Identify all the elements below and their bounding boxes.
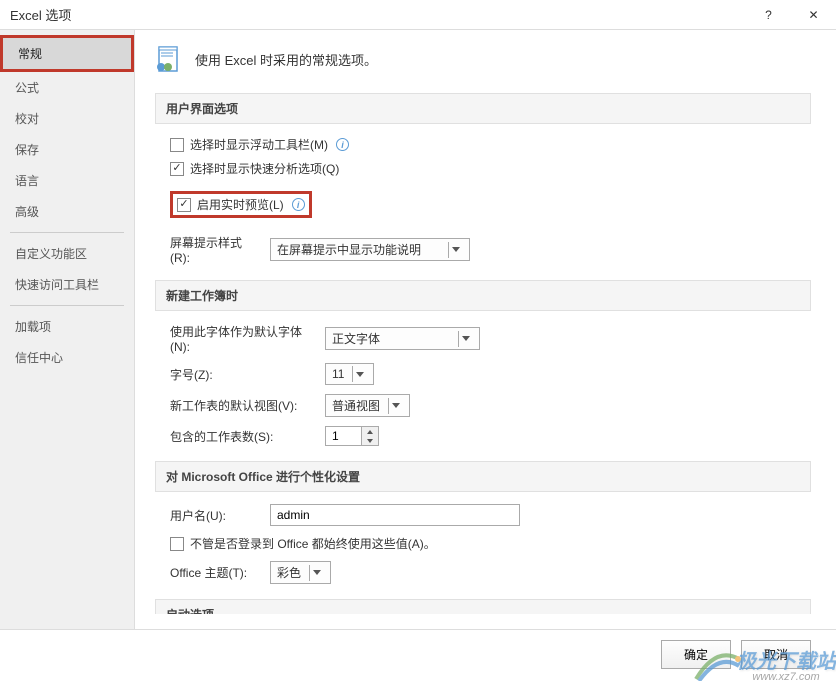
titlebar: Excel 选项 ? ✕ xyxy=(0,0,836,30)
options-icon xyxy=(155,45,183,73)
sidebar-item-trust-center[interactable]: 信任中心 xyxy=(0,342,134,373)
username-row: 用户名(U): xyxy=(170,504,811,526)
checkbox-quick-analysis[interactable] xyxy=(170,162,184,176)
sidebar-item-proofing[interactable]: 校对 xyxy=(0,103,134,134)
sidebar-separator xyxy=(10,305,124,306)
titlebar-buttons: ? ✕ xyxy=(746,0,836,30)
dialog-footer: 确定 取消 极光下载站 www.xz7.com xyxy=(0,630,836,678)
option-live-preview: 启用实时预览(L) xyxy=(170,191,312,218)
sidebar-item-formulas[interactable]: 公式 xyxy=(0,72,134,103)
content-area: 使用 Excel 时采用的常规选项。 用户界面选项 选择时显示浮动工具栏(M) … xyxy=(135,30,836,629)
default-font-row: 使用此字体作为默认字体(N): 正文字体 xyxy=(170,323,811,354)
close-button[interactable]: ✕ xyxy=(791,0,836,30)
default-view-value: 普通视图 xyxy=(332,397,380,414)
username-input[interactable] xyxy=(270,504,520,526)
checkbox-live-preview[interactable] xyxy=(177,198,191,212)
font-size-select[interactable]: 11 xyxy=(325,363,374,385)
dialog-title: Excel 选项 xyxy=(10,5,71,24)
office-theme-label: Office 主题(T): xyxy=(170,564,260,581)
section-header-startup: 启动选项 xyxy=(155,599,811,614)
section-header-workbook: 新建工作簿时 xyxy=(155,280,811,311)
label-always-use-values[interactable]: 不管是否登录到 Office 都始终使用这些值(A)。 xyxy=(190,535,436,552)
sidebar-separator xyxy=(10,232,124,233)
sidebar-item-general[interactable]: 常规 xyxy=(0,35,134,72)
sidebar-item-quick-access[interactable]: 快速访问工具栏 xyxy=(0,269,134,300)
option-always-use-values: 不管是否登录到 Office 都始终使用这些值(A)。 xyxy=(170,535,811,552)
section-header-ui: 用户界面选项 xyxy=(155,93,811,124)
chevron-down-icon xyxy=(309,565,324,581)
sidebar-item-addins[interactable]: 加载项 xyxy=(0,311,134,342)
intro-text: 使用 Excel 时采用的常规选项。 xyxy=(195,50,377,69)
tooltip-style-select[interactable]: 在屏幕提示中显示功能说明 xyxy=(270,238,470,261)
default-font-select[interactable]: 正文字体 xyxy=(325,327,480,350)
label-floating-toolbar[interactable]: 选择时显示浮动工具栏(M) xyxy=(190,136,328,153)
info-icon[interactable] xyxy=(336,138,349,151)
ui-options-group: 选择时显示浮动工具栏(M) 选择时显示快速分析选项(Q) 启用实时预览(L) 屏… xyxy=(170,136,811,265)
sidebar-item-language[interactable]: 语言 xyxy=(0,165,134,196)
tooltip-style-label: 屏幕提示样式(R): xyxy=(170,234,260,265)
office-theme-select[interactable]: 彩色 xyxy=(270,561,331,584)
sidebar: 常规 公式 校对 保存 语言 高级 自定义功能区 快速访问工具栏 加载项 信任中… xyxy=(0,30,135,629)
default-font-label: 使用此字体作为默认字体(N): xyxy=(170,323,315,354)
option-floating-toolbar: 选择时显示浮动工具栏(M) xyxy=(170,136,811,153)
section-header-personalize: 对 Microsoft Office 进行个性化设置 xyxy=(155,461,811,492)
tooltip-style-value: 在屏幕提示中显示功能说明 xyxy=(277,241,421,258)
default-font-value: 正文字体 xyxy=(332,330,380,347)
ok-button[interactable]: 确定 xyxy=(661,640,731,669)
office-theme-row: Office 主题(T): 彩色 xyxy=(170,561,811,584)
content-scroll[interactable]: 使用 Excel 时采用的常规选项。 用户界面选项 选择时显示浮动工具栏(M) … xyxy=(155,45,811,614)
checkbox-always-use-values[interactable] xyxy=(170,537,184,551)
default-view-row: 新工作表的默认视图(V): 普通视图 xyxy=(170,394,811,417)
cancel-button[interactable]: 取消 xyxy=(741,640,811,669)
checkbox-floating-toolbar[interactable] xyxy=(170,138,184,152)
sheet-count-label: 包含的工作表数(S): xyxy=(170,428,315,445)
chevron-down-icon xyxy=(352,366,367,382)
spinner-down-button[interactable] xyxy=(362,436,378,445)
tooltip-style-row: 屏幕提示样式(R): 在屏幕提示中显示功能说明 xyxy=(170,234,811,265)
sidebar-item-save[interactable]: 保存 xyxy=(0,134,134,165)
font-size-value: 11 xyxy=(332,367,344,381)
font-size-row: 字号(Z): 11 xyxy=(170,363,811,385)
info-icon[interactable] xyxy=(292,198,305,211)
office-theme-value: 彩色 xyxy=(277,564,301,581)
dialog-body: 常规 公式 校对 保存 语言 高级 自定义功能区 快速访问工具栏 加载项 信任中… xyxy=(0,30,836,630)
sheet-count-input[interactable] xyxy=(326,427,361,445)
sidebar-item-advanced[interactable]: 高级 xyxy=(0,196,134,227)
default-view-label: 新工作表的默认视图(V): xyxy=(170,397,315,414)
username-label: 用户名(U): xyxy=(170,507,260,524)
spinner-up-button[interactable] xyxy=(362,427,378,436)
watermark-url: www.xz7.com xyxy=(736,671,836,683)
label-quick-analysis[interactable]: 选择时显示快速分析选项(Q) xyxy=(190,160,339,177)
sidebar-item-customize-ribbon[interactable]: 自定义功能区 xyxy=(0,238,134,269)
spinner-buttons xyxy=(361,427,378,445)
option-quick-analysis: 选择时显示快速分析选项(Q) xyxy=(170,160,811,177)
sheet-count-spinner[interactable] xyxy=(325,426,379,446)
label-live-preview[interactable]: 启用实时预览(L) xyxy=(197,196,284,213)
help-button[interactable]: ? xyxy=(746,0,791,30)
workbook-options-group: 使用此字体作为默认字体(N): 正文字体 字号(Z): 11 新工作表的默认视图… xyxy=(170,323,811,446)
sheet-count-row: 包含的工作表数(S): xyxy=(170,426,811,446)
default-view-select[interactable]: 普通视图 xyxy=(325,394,410,417)
font-size-label: 字号(Z): xyxy=(170,366,315,383)
personalize-options-group: 用户名(U): 不管是否登录到 Office 都始终使用这些值(A)。 Offi… xyxy=(170,504,811,584)
chevron-down-icon xyxy=(458,331,473,347)
section-intro: 使用 Excel 时采用的常规选项。 xyxy=(155,45,811,73)
chevron-down-icon xyxy=(388,398,403,414)
chevron-down-icon xyxy=(448,242,463,258)
